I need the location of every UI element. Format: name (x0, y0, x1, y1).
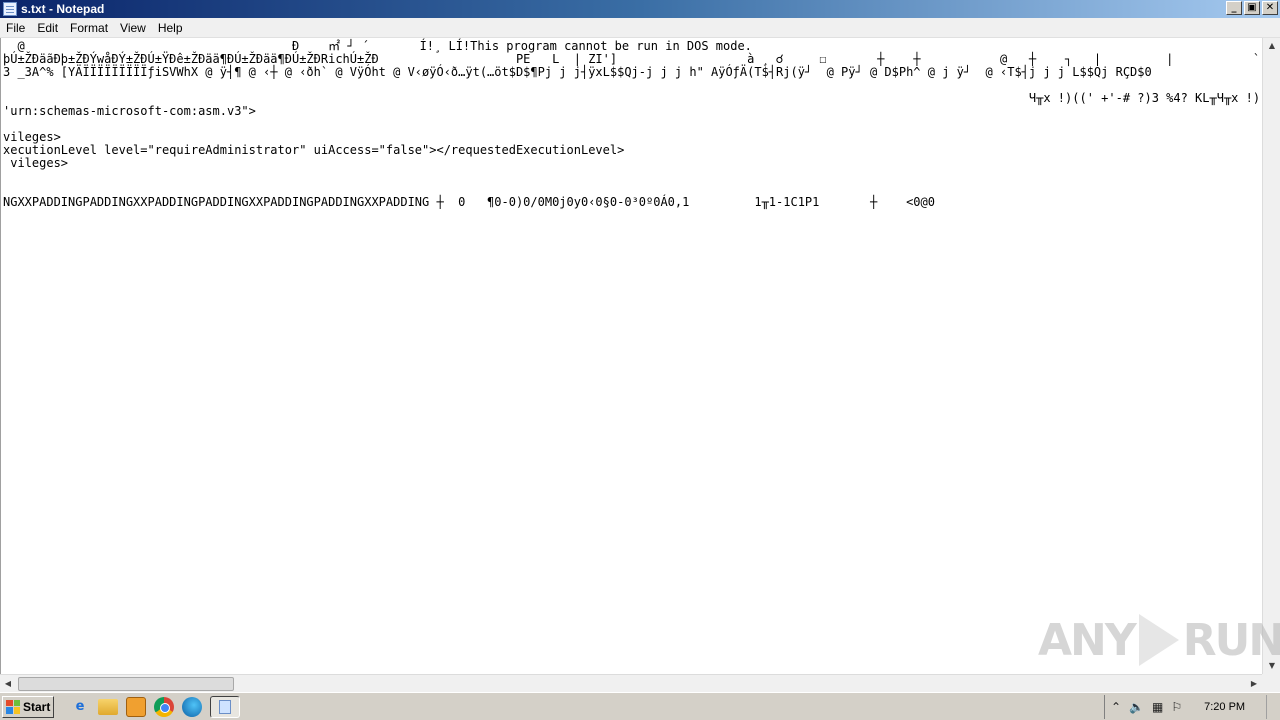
menu-bar: File Edit Format View Help (0, 18, 1280, 38)
watermark-text-any: ANY (1038, 614, 1137, 666)
edge-icon[interactable] (182, 696, 202, 717)
quick-launch: e (70, 695, 240, 718)
scroll-up-icon[interactable]: ▲ (1264, 38, 1280, 54)
editor-line: vileges> (3, 156, 69, 170)
windows-logo-icon (6, 699, 20, 714)
show-desktop-button[interactable] (1266, 695, 1280, 719)
notepad-icon (219, 699, 231, 714)
system-tray: ⌃ 🔈 ▦ ⚐ 7:20 PM (1104, 695, 1280, 719)
anyrun-watermark: ANY RUN (1038, 610, 1280, 670)
editor-line: xecutionLevel level="requireAdministrato… (3, 143, 625, 157)
start-button[interactable]: Start (2, 695, 54, 718)
chevron-up-icon[interactable]: ⌃ (1111, 700, 1121, 714)
notepad-icon (3, 2, 17, 16)
horizontal-scrollbar[interactable]: ◀ ▶ (0, 674, 1262, 692)
editor-line: NGXXPADDINGPADDINGXXPADDINGPADDINGXXPADD… (3, 195, 935, 209)
watermark-text-run: RUN (1182, 614, 1280, 666)
window-title: s.txt - Notepad (21, 2, 105, 16)
menu-format[interactable]: Format (64, 21, 114, 35)
speaker-icon[interactable]: 🔈 (1129, 700, 1144, 714)
vertical-scrollbar[interactable]: ▲ ▼ (1262, 38, 1280, 674)
taskbar: Start e ⌃ 🔈 ▦ ⚐ 7:20 PM (0, 692, 1280, 720)
menu-help[interactable]: Help (152, 21, 189, 35)
clock[interactable]: 7:20 PM (1204, 701, 1245, 713)
close-button[interactable]: ✕ (1262, 1, 1278, 15)
scroll-left-icon[interactable]: ◀ (0, 676, 16, 692)
editor-line: 3 _3A^% [YÄÏÏÏÏÏÏÏÏÏƒiSVWhX @ ÿ┤¶ @ ‹┼ @… (3, 65, 1152, 79)
menu-edit[interactable]: Edit (31, 21, 64, 35)
chrome-icon[interactable] (154, 696, 174, 717)
taskbar-notepad-button[interactable] (210, 695, 240, 718)
editor-line: 'urn:schemas-microsoft-com:asm.v3"> (3, 104, 256, 118)
window-controls: _ ▣ ✕ (1226, 1, 1278, 15)
maximize-button[interactable]: ▣ (1244, 1, 1260, 15)
size-grip[interactable] (1262, 674, 1280, 692)
internet-explorer-icon[interactable]: e (70, 697, 90, 717)
flag-icon[interactable]: ⚐ (1171, 700, 1182, 714)
menu-file[interactable]: File (0, 21, 31, 35)
media-player-icon[interactable] (126, 696, 146, 717)
start-label: Start (23, 699, 51, 714)
scroll-right-icon[interactable]: ▶ (1246, 676, 1262, 692)
horizontal-scroll-thumb[interactable] (18, 677, 234, 691)
title-bar[interactable]: s.txt - Notepad _ ▣ ✕ (0, 0, 1280, 18)
play-icon (1138, 614, 1179, 666)
text-editor[interactable]: @ Ð ㎡ ┘ ´ Í!¸ LÍ!This program cannot be … (0, 38, 1262, 674)
menu-view[interactable]: View (114, 21, 152, 35)
network-icon[interactable]: ▦ (1152, 700, 1163, 714)
folder-icon[interactable] (98, 698, 118, 715)
minimize-button[interactable]: _ (1226, 1, 1242, 15)
